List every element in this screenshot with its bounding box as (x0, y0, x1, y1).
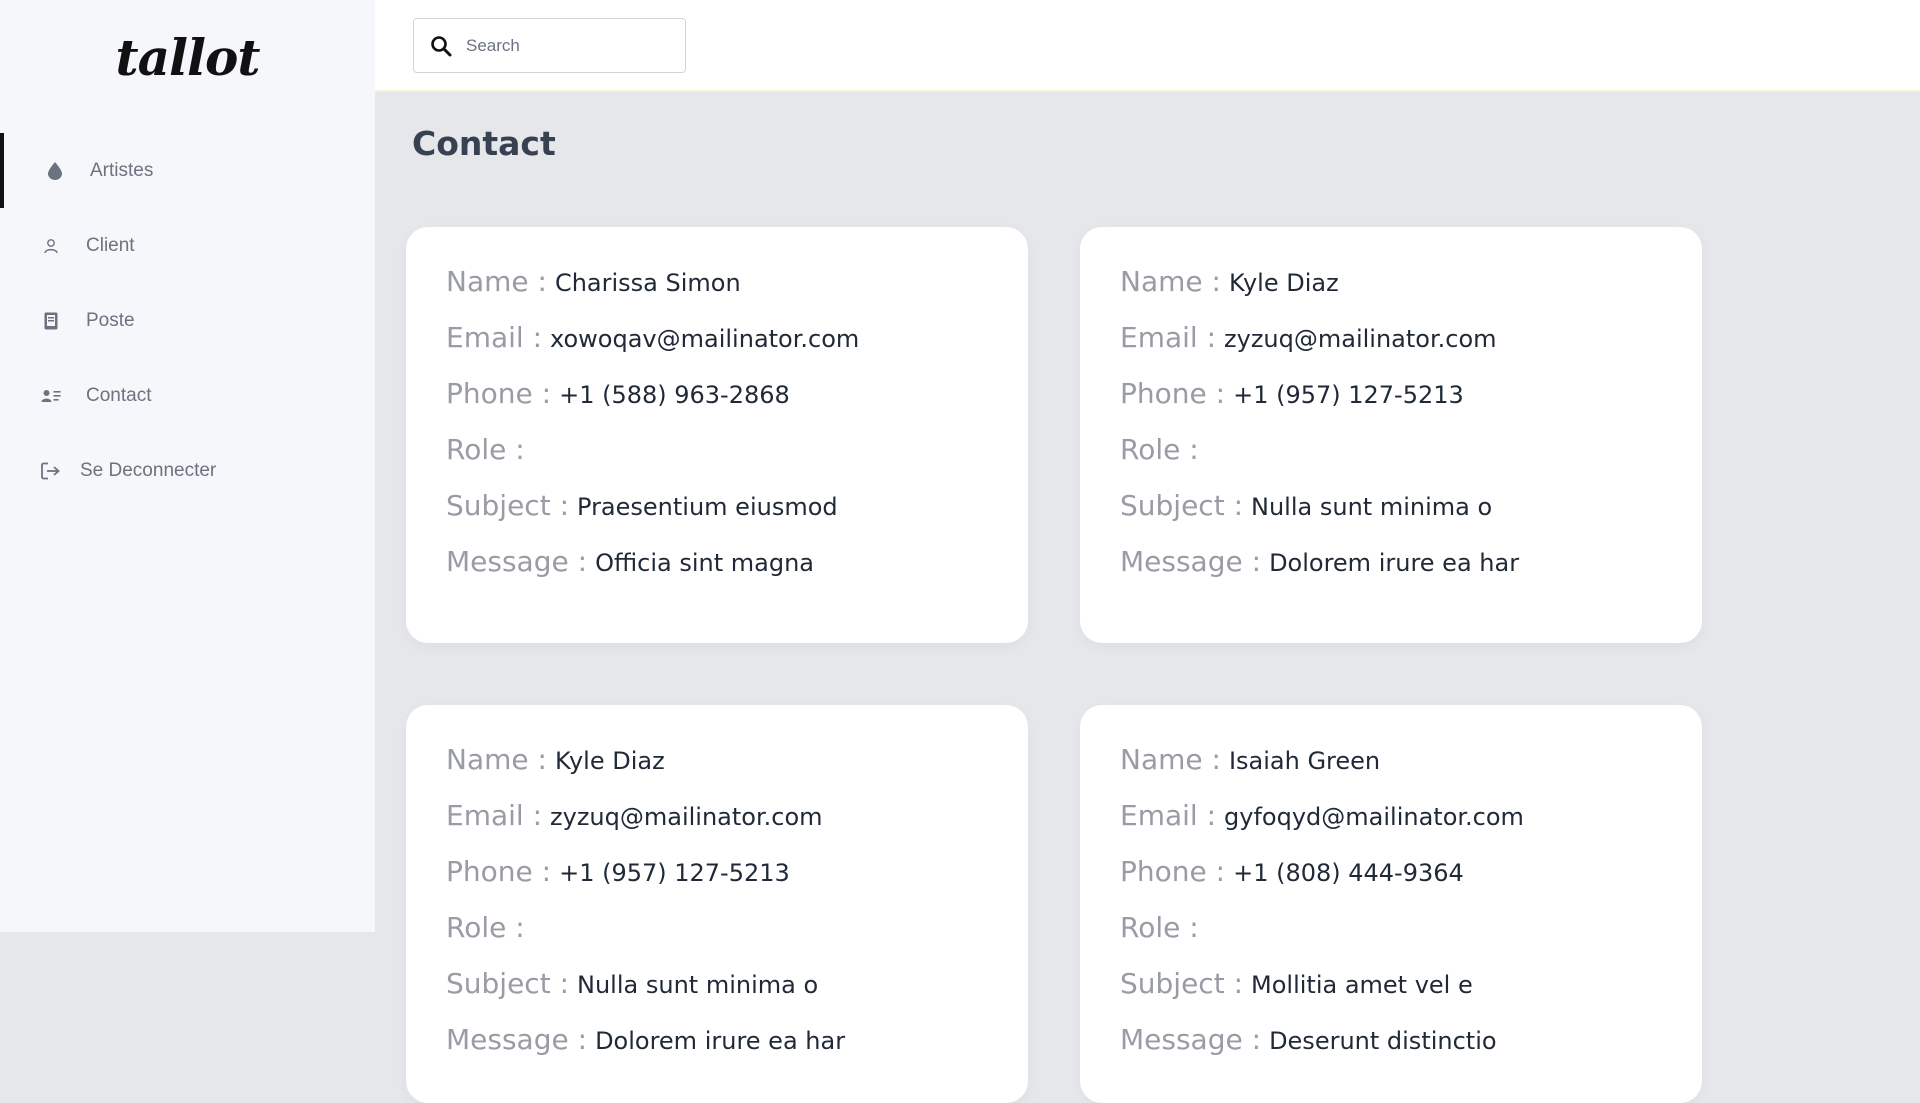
phone-value: +1 (957) 127-5213 (559, 859, 790, 887)
sidebar-item-artistes[interactable]: Artistes (0, 133, 375, 208)
role-row: Role : (1120, 911, 1702, 967)
email-label: Email : (446, 321, 543, 354)
phone-row: Phone : +1 (588) 963-2868 (446, 377, 1028, 433)
sidebar-item-contact[interactable]: Contact (0, 358, 375, 433)
name-row: Name : Kyle Diaz (446, 743, 1028, 799)
email-row: Email : xowoqav@mailinator.com (446, 321, 1028, 377)
sidebar-item-client[interactable]: Client (0, 208, 375, 283)
phone-row: Phone : +1 (808) 444-9364 (1120, 855, 1702, 911)
message-row: Message : Dolorem irure ea har (1120, 545, 1702, 601)
sidebar-item-label: Poste (86, 309, 135, 331)
role-row: Role : (1120, 433, 1702, 489)
contact-card: Name : Charissa Simon Email : xowoqav@mail… (406, 227, 1028, 643)
email-value: gyfoqyd@mailinator.com (1224, 803, 1524, 831)
message-row: Message : Dolorem irure ea har (446, 1023, 1028, 1079)
message-value: Deserunt distinctio (1269, 1027, 1497, 1055)
search-icon (430, 35, 452, 57)
contact-card-icon (40, 385, 62, 407)
sidebar: tallot Artistes Client Poste Contact Se … (0, 0, 375, 932)
subject-value: Nulla sunt minima o (577, 971, 819, 999)
name-row: Name : Kyle Diaz (1120, 265, 1702, 321)
message-value: Dolorem irure ea har (595, 1027, 846, 1055)
phone-label: Phone : (1120, 855, 1226, 888)
email-label: Email : (446, 799, 543, 832)
sidebar-item-poste[interactable]: Poste (0, 283, 375, 358)
phone-value: +1 (808) 444-9364 (1233, 859, 1464, 887)
search-input[interactable] (466, 35, 666, 56)
email-value: xowoqav@mailinator.com (550, 325, 860, 353)
email-label: Email : (1120, 321, 1217, 354)
role-row: Role : (446, 433, 1028, 489)
document-icon (40, 310, 62, 332)
name-value: Kyle Diaz (554, 747, 665, 775)
email-row: Email : gyfoqyd@mailinator.com (1120, 799, 1702, 855)
name-value: Charissa Simon (554, 269, 741, 297)
logout-icon (40, 460, 62, 482)
sidebar-item-label: Contact (86, 384, 152, 406)
name-label: Name : (1120, 265, 1221, 298)
message-label: Message : (1120, 1023, 1262, 1056)
message-value: Dolorem irure ea har (1269, 549, 1520, 577)
contact-card: Name : Kyle Diaz Email : zyzuq@mailinator.… (406, 705, 1028, 1103)
message-label: Message : (446, 545, 588, 578)
email-row: Email : zyzuq@mailinator.com (1120, 321, 1702, 377)
contact-card: Name : Kyle Diaz Email : zyzuq@mailinator.… (1080, 227, 1702, 643)
email-label: Email : (1120, 799, 1217, 832)
drop-icon (44, 160, 66, 182)
name-label: Name : (1120, 743, 1221, 776)
name-value: Isaiah Green (1228, 747, 1381, 775)
phone-value: +1 (588) 963-2868 (559, 381, 790, 409)
subject-label: Subject : (1120, 489, 1244, 522)
subject-label: Subject : (446, 967, 570, 1000)
role-label: Role : (1120, 433, 1199, 466)
message-value: Officia sint magna (595, 549, 815, 577)
role-label: Role : (1120, 911, 1199, 944)
phone-label: Phone : (446, 377, 552, 410)
top-bar (375, 0, 1920, 92)
sidebar-item-label: Artistes (90, 159, 154, 181)
sidebar-item-label: Se Deconnecter (80, 459, 217, 481)
email-value: zyzuq@mailinator.com (550, 803, 823, 831)
message-label: Message : (446, 1023, 588, 1056)
subject-label: Subject : (446, 489, 570, 522)
subject-value: Mollitia amet vel e (1251, 971, 1473, 999)
role-label: Role : (446, 433, 525, 466)
page-title: Contact (412, 124, 556, 163)
name-label: Name : (446, 265, 547, 298)
subject-row: Subject : Praesentium eiusmod (446, 489, 1028, 545)
subject-row: Subject : Nulla sunt minima o (446, 967, 1028, 1023)
email-row: Email : zyzuq@mailinator.com (446, 799, 1028, 855)
name-row: Name : Isaiah Green (1120, 743, 1702, 799)
subject-row: Subject : Mollitia amet vel e (1120, 967, 1702, 1023)
message-label: Message : (1120, 545, 1262, 578)
sidebar-item-label: Client (86, 234, 135, 256)
phone-label: Phone : (1120, 377, 1226, 410)
phone-row: Phone : +1 (957) 127-5213 (446, 855, 1028, 911)
name-row: Name : Charissa Simon (446, 265, 1028, 321)
name-value: Kyle Diaz (1228, 269, 1339, 297)
subject-value: Praesentium eiusmod (577, 493, 838, 521)
sidebar-item-se-deconnecter[interactable]: Se Deconnecter (0, 433, 375, 508)
message-row: Message : Deserunt distinctio (1120, 1023, 1702, 1079)
role-label: Role : (446, 911, 525, 944)
brand-logo[interactable]: tallot (0, 28, 375, 87)
contact-card: Name : Isaiah Green Email : gyfoqyd@mailin… (1080, 705, 1702, 1103)
name-label: Name : (446, 743, 547, 776)
sidebar-nav: Artistes Client Poste Contact Se Deconne… (0, 133, 375, 508)
phone-label: Phone : (446, 855, 552, 888)
subject-label: Subject : (1120, 967, 1244, 1000)
user-icon (40, 235, 62, 257)
role-row: Role : (446, 911, 1028, 967)
subject-row: Subject : Nulla sunt minima o (1120, 489, 1702, 545)
email-value: zyzuq@mailinator.com (1224, 325, 1497, 353)
phone-row: Phone : +1 (957) 127-5213 (1120, 377, 1702, 433)
search-box[interactable] (413, 18, 686, 73)
phone-value: +1 (957) 127-5213 (1233, 381, 1464, 409)
message-row: Message : Officia sint magna (446, 545, 1028, 601)
subject-value: Nulla sunt minima o (1251, 493, 1493, 521)
